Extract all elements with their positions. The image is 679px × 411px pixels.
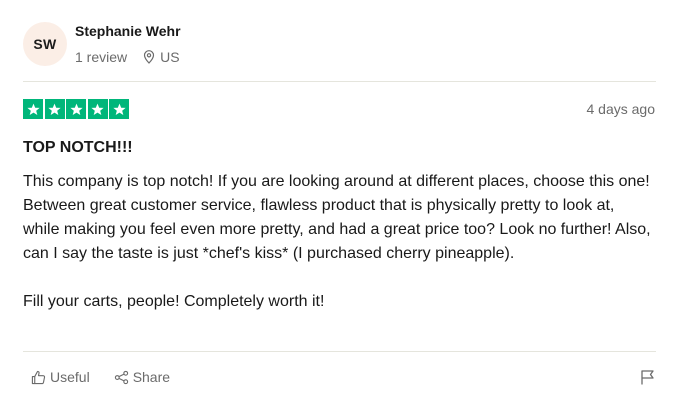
share-icon — [114, 370, 128, 384]
review-body: This company is top notch! If you are lo… — [23, 170, 653, 314]
divider — [23, 81, 656, 82]
reviewer-meta: 1 review US — [75, 49, 180, 65]
share-button[interactable]: Share — [114, 369, 170, 385]
thumbs-up-icon — [31, 370, 46, 384]
review-actions: Useful Share — [31, 369, 170, 385]
star-icon — [44, 99, 65, 119]
review-paragraph: This company is top notch! If you are lo… — [23, 173, 651, 262]
report-flag-button[interactable] — [640, 369, 655, 390]
star-icon — [23, 99, 43, 119]
review-card: SW Stephanie Wehr 1 review US 4 days ago… — [0, 0, 679, 411]
share-label: Share — [132, 369, 171, 385]
useful-button[interactable]: Useful — [31, 369, 90, 385]
star-icon — [109, 99, 129, 119]
country-code: US — [160, 49, 180, 65]
useful-label: Useful — [50, 369, 90, 385]
star-rating — [23, 99, 131, 119]
review-paragraph: Fill your carts, people! Completely wort… — [23, 293, 325, 310]
review-count: 1 review — [75, 49, 128, 65]
review-title: TOP NOTCH!!! — [23, 139, 133, 156]
reviewer-location: US — [143, 49, 180, 65]
avatar[interactable]: SW — [23, 22, 67, 66]
divider — [23, 351, 656, 352]
star-icon — [87, 99, 108, 119]
reviewer-name[interactable]: Stephanie Wehr — [75, 23, 181, 39]
location-pin-icon — [144, 50, 155, 64]
flag-icon — [641, 370, 654, 385]
review-date: 4 days ago — [586, 101, 656, 117]
star-icon — [66, 99, 86, 119]
